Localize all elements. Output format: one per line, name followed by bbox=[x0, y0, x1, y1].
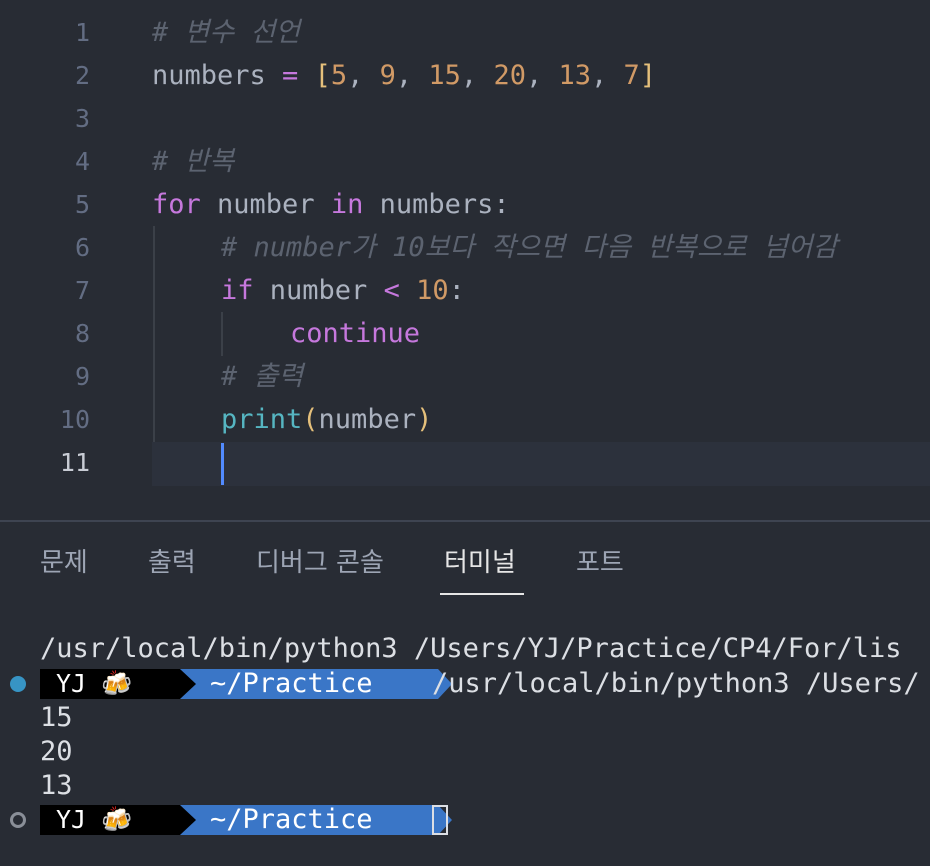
code-line-4: # 반복 bbox=[152, 140, 930, 183]
code-line-7: if number < 10: bbox=[221, 269, 930, 312]
operator: = bbox=[265, 60, 315, 91]
punctuation: , bbox=[525, 60, 559, 91]
terminal-output-line: 20 bbox=[40, 736, 73, 767]
number-literal: 20 bbox=[493, 60, 526, 91]
code-editor[interactable]: 1 2 3 4 5 6 7 8 9 10 11 # 변수 선언 numbers … bbox=[0, 0, 930, 520]
code-line-9: # 출력 bbox=[221, 355, 930, 398]
keyword: if bbox=[221, 275, 254, 306]
number-literal: 9 bbox=[379, 60, 396, 91]
terminal-output-line: 15 bbox=[40, 702, 73, 733]
keyword: for bbox=[152, 189, 201, 220]
tab-terminal[interactable]: 터미널 bbox=[444, 540, 516, 594]
bracket: ) bbox=[416, 404, 433, 435]
active-tab-indicator bbox=[440, 593, 524, 595]
code-line-2: numbers = [5, 9, 15, 20, 13, 7] bbox=[152, 54, 930, 97]
punctuation: : bbox=[448, 275, 465, 306]
line-number: 10 bbox=[59, 405, 90, 434]
identifier: numbers bbox=[152, 60, 266, 91]
indent-guide bbox=[153, 226, 155, 442]
prompt-directory: ~/Practice bbox=[180, 805, 438, 835]
line-number: 4 bbox=[74, 147, 90, 176]
keyword: continue bbox=[290, 318, 421, 349]
terminal-cursor bbox=[432, 805, 448, 835]
line-number: 1 bbox=[74, 18, 90, 47]
number-literal: 15 bbox=[428, 60, 461, 91]
comment: # 변수 선언 bbox=[152, 17, 301, 48]
terminal-output-line: 13 bbox=[40, 770, 73, 801]
line-number: 5 bbox=[74, 190, 90, 219]
indent-guide bbox=[221, 312, 223, 356]
punctuation: , bbox=[347, 60, 380, 91]
line-number: 3 bbox=[74, 104, 90, 133]
bracket: [ bbox=[314, 60, 331, 91]
punctuation: , bbox=[590, 60, 624, 91]
number-literal: 10 bbox=[416, 275, 449, 306]
current-line-highlight bbox=[152, 442, 930, 486]
code-line-10: print(number) bbox=[221, 398, 930, 441]
line-number: 8 bbox=[74, 319, 90, 348]
bottom-panel: 문제 출력 디버그 콘솔 터미널 포트 /usr/local/bin/pytho… bbox=[0, 522, 930, 866]
code-line-6: # number가 10보다 작으면 다음 반복으로 넘어감 bbox=[221, 226, 930, 269]
comment: # 반복 bbox=[152, 146, 235, 177]
tab-debug-console[interactable]: 디버그 콘솔 bbox=[256, 540, 384, 594]
comment: # 출력 bbox=[221, 361, 304, 392]
code-line-5: for number in numbers: bbox=[152, 183, 930, 226]
identifier: number bbox=[318, 404, 417, 435]
operator: < bbox=[383, 275, 400, 306]
command-success-dot-icon[interactable] bbox=[10, 676, 26, 692]
line-number-active: 11 bbox=[59, 448, 90, 477]
line-number: 9 bbox=[74, 362, 90, 391]
bracket: ] bbox=[639, 60, 657, 91]
line-number: 6 bbox=[74, 233, 90, 262]
prompt-separator-icon bbox=[180, 805, 196, 835]
function-name: print bbox=[221, 404, 303, 435]
command-pending-dot-icon[interactable] bbox=[10, 812, 26, 828]
code-line-8: continue bbox=[290, 312, 930, 355]
identifier: number bbox=[200, 189, 331, 220]
tab-ports[interactable]: 포트 bbox=[576, 540, 624, 594]
number-literal: 13 bbox=[558, 60, 591, 91]
number-literal: 5 bbox=[330, 60, 348, 91]
punctuation: , bbox=[460, 60, 494, 91]
punctuation: , bbox=[395, 60, 429, 91]
tab-output[interactable]: 출력 bbox=[148, 540, 196, 594]
prompt-directory: ~/Practice bbox=[180, 669, 438, 699]
prompt-separator-icon bbox=[180, 669, 196, 699]
identifier: number bbox=[253, 275, 384, 306]
prompt-user: YJ 🍻 bbox=[40, 805, 180, 835]
prompt-command: /usr/local/bin/python3 /Users/ bbox=[432, 668, 920, 699]
text-cursor bbox=[221, 443, 224, 485]
comment: # number가 10보다 작으면 다음 반복으로 넘어감 bbox=[221, 232, 838, 263]
code-line-1: # 변수 선언 bbox=[152, 11, 930, 54]
keyword: in bbox=[330, 189, 364, 220]
bracket: ( bbox=[302, 404, 319, 435]
number-literal: 7 bbox=[623, 60, 640, 91]
terminal-command-line: /usr/local/bin/python3 /Users/YJ/Practic… bbox=[40, 633, 902, 664]
tab-problems[interactable]: 문제 bbox=[40, 540, 88, 594]
line-number: 7 bbox=[74, 276, 90, 305]
identifier: numbers: bbox=[363, 189, 510, 220]
prompt-user: YJ 🍻 bbox=[40, 669, 180, 699]
line-number: 2 bbox=[74, 61, 90, 90]
